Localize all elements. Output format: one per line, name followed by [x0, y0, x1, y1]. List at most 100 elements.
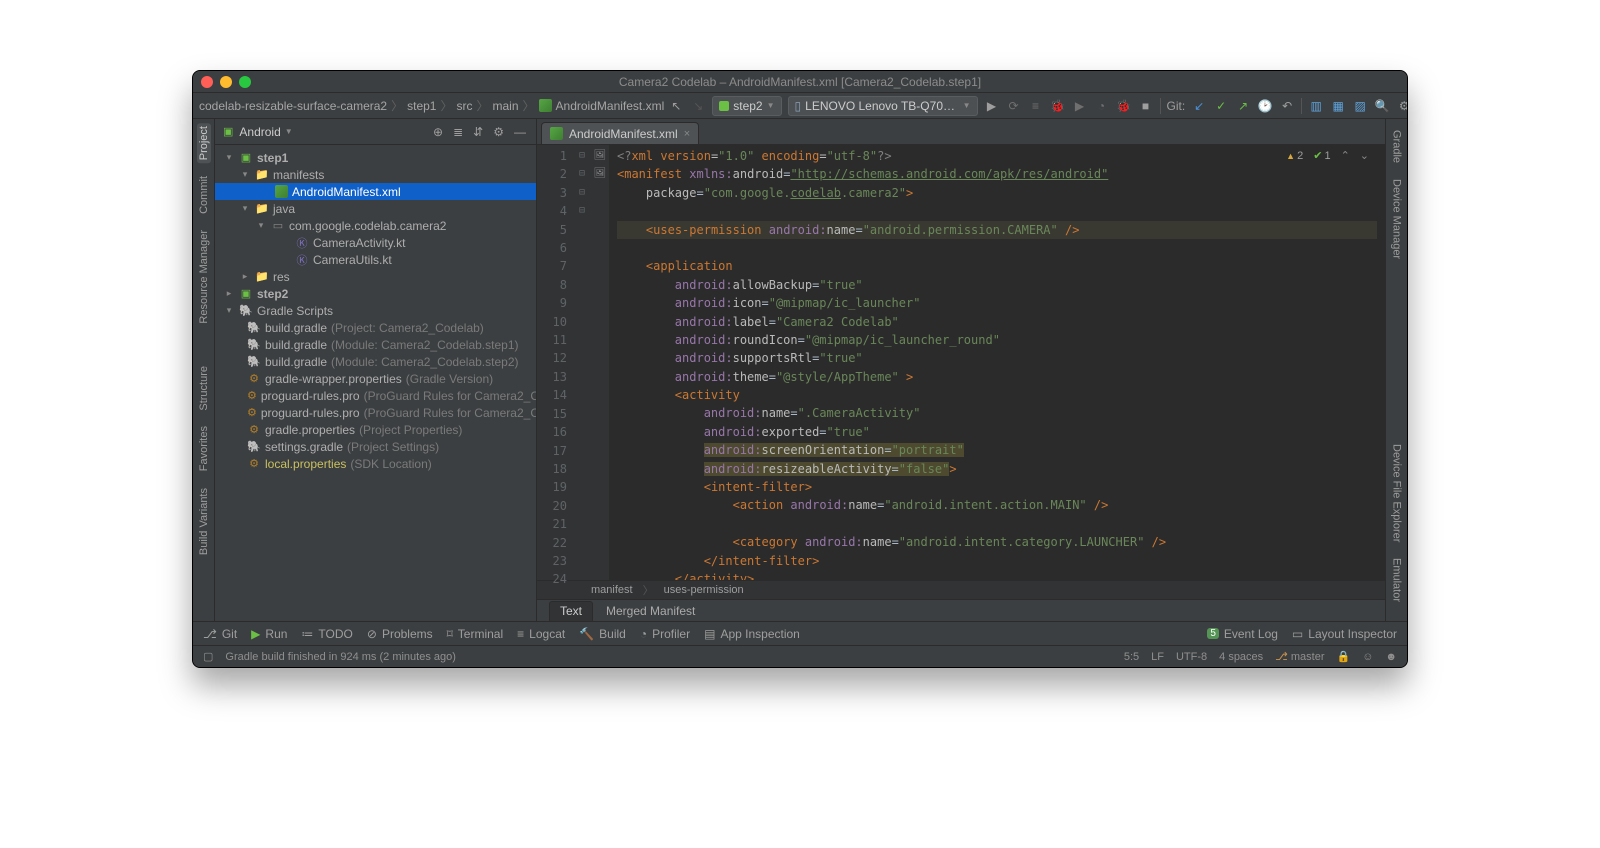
terminal-tool-button[interactable]: ⌑Terminal	[447, 627, 504, 641]
commit-icon[interactable]: ✓	[1213, 98, 1229, 114]
tree-package[interactable]: ▾▭com.google.codelab.camera2	[215, 217, 536, 234]
device-label: LENOVO Lenovo TB-Q706F-DPP	[805, 99, 958, 113]
search-icon[interactable]: 🔍	[1374, 98, 1390, 114]
editor-breadcrumb: manifest 〉 uses-permission	[537, 580, 1385, 599]
update-project-icon[interactable]: ↙	[1191, 98, 1207, 114]
push-icon[interactable]: ↗	[1235, 98, 1251, 114]
tree-file[interactable]: 🐘settings.gradle (Project Settings)	[215, 438, 536, 455]
text-tab[interactable]: Text	[549, 601, 593, 621]
todo-tool-button[interactable]: ≔TODO	[301, 627, 352, 641]
tab-label: AndroidManifest.xml	[569, 127, 678, 141]
tree-file[interactable]: ⚙local.properties (SDK Location)	[215, 455, 536, 472]
memory-indicator-icon[interactable]: ☺	[1362, 651, 1373, 663]
editor-tab[interactable]: AndroidManifest.xml ×	[541, 122, 699, 144]
coverage-icon[interactable]: ▶	[1072, 98, 1088, 114]
tree-module[interactable]: ▾▣step1	[215, 149, 536, 166]
resource-manager-tool-button[interactable]: Resource Manager	[197, 227, 211, 327]
apply-changes-icon[interactable]: ⟳	[1006, 98, 1022, 114]
tree-gradle-scripts[interactable]: ▾🐘Gradle Scripts	[215, 302, 536, 319]
tree-file[interactable]: 🐘build.gradle (Project: Camera2_Codelab)	[215, 319, 536, 336]
tree-folder[interactable]: ▾📁java	[215, 200, 536, 217]
breadcrumb-item[interactable]: AndroidManifest.xml	[556, 99, 665, 113]
hide-icon[interactable]: —	[512, 125, 528, 139]
tree-file[interactable]: ⚙gradle-wrapper.properties (Gradle Versi…	[215, 370, 536, 387]
code-content[interactable]: <?xml version="1.0" encoding="utf-8"?> <…	[609, 145, 1385, 580]
tool-window-list-icon[interactable]: ▢	[203, 650, 213, 663]
code-editor[interactable]: 2 1 ⌃ ⌄ 12345678910111213141516171819202…	[537, 145, 1385, 580]
settings-icon[interactable]: ⚙	[1396, 98, 1408, 114]
collapse-all-icon[interactable]: ⇵	[471, 125, 485, 139]
run-config-dropdown[interactable]: step2 ▼	[712, 96, 781, 116]
line-separator[interactable]: LF	[1151, 651, 1164, 663]
tree-file[interactable]: 🐘build.gradle (Module: Camera2_Codelab.s…	[215, 353, 536, 370]
breadcrumb-item[interactable]: codelab-resizable-surface-camera2	[199, 99, 387, 113]
indent-info[interactable]: 4 spaces	[1219, 651, 1263, 663]
tree-file[interactable]: ⚙proguard-rules.pro (ProGuard Rules for …	[215, 404, 536, 421]
breadcrumb-item[interactable]: step1	[407, 99, 436, 113]
run-icon[interactable]: ▶	[984, 98, 1000, 114]
sdk-manager-icon[interactable]: ▦	[1330, 98, 1346, 114]
ide-status-icon[interactable]: ☻	[1385, 651, 1397, 663]
apply-code-icon[interactable]: ≡	[1028, 98, 1044, 114]
device-dropdown[interactable]: ▯ LENOVO Lenovo TB-Q706F-DPP ▼	[788, 96, 978, 116]
project-tool-button[interactable]: Project	[197, 123, 211, 163]
gradle-tool-button[interactable]: Gradle	[1390, 127, 1404, 166]
tree-module[interactable]: ▸▣step2	[215, 285, 536, 302]
merged-manifest-tab[interactable]: Merged Manifest	[595, 601, 706, 621]
debug-icon[interactable]: 🐞	[1050, 98, 1066, 114]
nav-back-icon[interactable]: ↖	[668, 98, 684, 114]
git-branch[interactable]: ⎇master	[1275, 650, 1324, 663]
project-view-label: Android	[239, 125, 280, 139]
breadcrumb-item[interactable]: uses-permission	[664, 584, 744, 596]
device-manager-tool-button[interactable]: Device Manager	[1390, 176, 1404, 262]
history-icon[interactable]: 🕑	[1257, 98, 1273, 114]
favorites-tool-button[interactable]: Favorites	[197, 423, 211, 474]
breadcrumb-item[interactable]: manifest	[591, 584, 633, 596]
left-tool-rail: Project Commit Resource Manager Structur…	[193, 119, 215, 621]
breadcrumb-item[interactable]: main	[493, 99, 519, 113]
git-tool-button[interactable]: ⎇Git	[203, 627, 237, 641]
commit-tool-button[interactable]: Commit	[197, 173, 211, 217]
tree-folder[interactable]: ▸📁res	[215, 268, 536, 285]
structure-tool-button[interactable]: Structure	[197, 363, 211, 414]
file-encoding[interactable]: UTF-8	[1176, 651, 1207, 663]
problems-badge[interactable]: 2 1 ⌃ ⌄	[1286, 149, 1369, 162]
profiler-tool-button[interactable]: ◔Profiler	[640, 627, 690, 641]
tree-file[interactable]: ⚙proguard-rules.pro (ProGuard Rules for …	[215, 387, 536, 404]
logcat-tool-button[interactable]: ≡Logcat	[517, 627, 565, 641]
tree-file[interactable]: 🐘build.gradle (Module: Camera2_Codelab.s…	[215, 336, 536, 353]
build-variants-tool-button[interactable]: Build Variants	[197, 485, 211, 558]
tree-file[interactable]: ⓀCameraActivity.kt	[215, 234, 536, 251]
editor-tab-bar: AndroidManifest.xml ×	[537, 119, 1385, 145]
emulator-tool-button[interactable]: Emulator	[1390, 555, 1404, 605]
device-file-explorer-tool-button[interactable]: Device File Explorer	[1390, 441, 1404, 545]
expand-all-icon[interactable]: ≣	[451, 125, 465, 139]
tree-folder[interactable]: ▾📁manifests	[215, 166, 536, 183]
android-icon: ▣	[223, 125, 233, 138]
caret-position[interactable]: 5:5	[1124, 651, 1139, 663]
layout-inspector-button[interactable]: ▭Layout Inspector	[1292, 627, 1397, 641]
breadcrumb-item[interactable]: src	[456, 99, 472, 113]
settings-icon[interactable]: ⚙	[491, 125, 506, 139]
event-log-button[interactable]: 5Event Log	[1207, 627, 1278, 641]
resource-manager-icon[interactable]: ▨	[1352, 98, 1368, 114]
stop-icon: ■	[1138, 98, 1154, 114]
close-icon[interactable]: ×	[684, 128, 690, 140]
window-title: Camera2 Codelab – AndroidManifest.xml [C…	[193, 75, 1407, 89]
project-view-dropdown[interactable]: Android ▼	[239, 125, 292, 139]
avd-manager-icon[interactable]: ▥	[1308, 98, 1324, 114]
lock-icon[interactable]: 🔒	[1336, 650, 1350, 663]
app-inspection-tool-button[interactable]: ▤App Inspection	[704, 627, 800, 641]
problems-tool-button[interactable]: ⊘Problems	[367, 627, 433, 641]
editor-sub-tabs: Text Merged Manifest	[537, 599, 1385, 621]
tree-file[interactable]: ⓀCameraUtils.kt	[215, 251, 536, 268]
tree-file[interactable]: ⚙gradle.properties (Project Properties)	[215, 421, 536, 438]
build-tool-button[interactable]: 🔨Build	[579, 627, 626, 641]
run-tool-button[interactable]: ▶Run	[251, 627, 287, 641]
profiler-icon[interactable]: ◔	[1094, 98, 1110, 114]
rollback-icon[interactable]: ↶	[1279, 98, 1295, 114]
tree-file-manifest[interactable]: AndroidManifest.xml	[215, 183, 536, 200]
android-icon	[719, 101, 729, 111]
select-opened-file-icon[interactable]: ⊕	[431, 125, 445, 139]
attach-icon[interactable]: 🐞	[1116, 98, 1132, 114]
